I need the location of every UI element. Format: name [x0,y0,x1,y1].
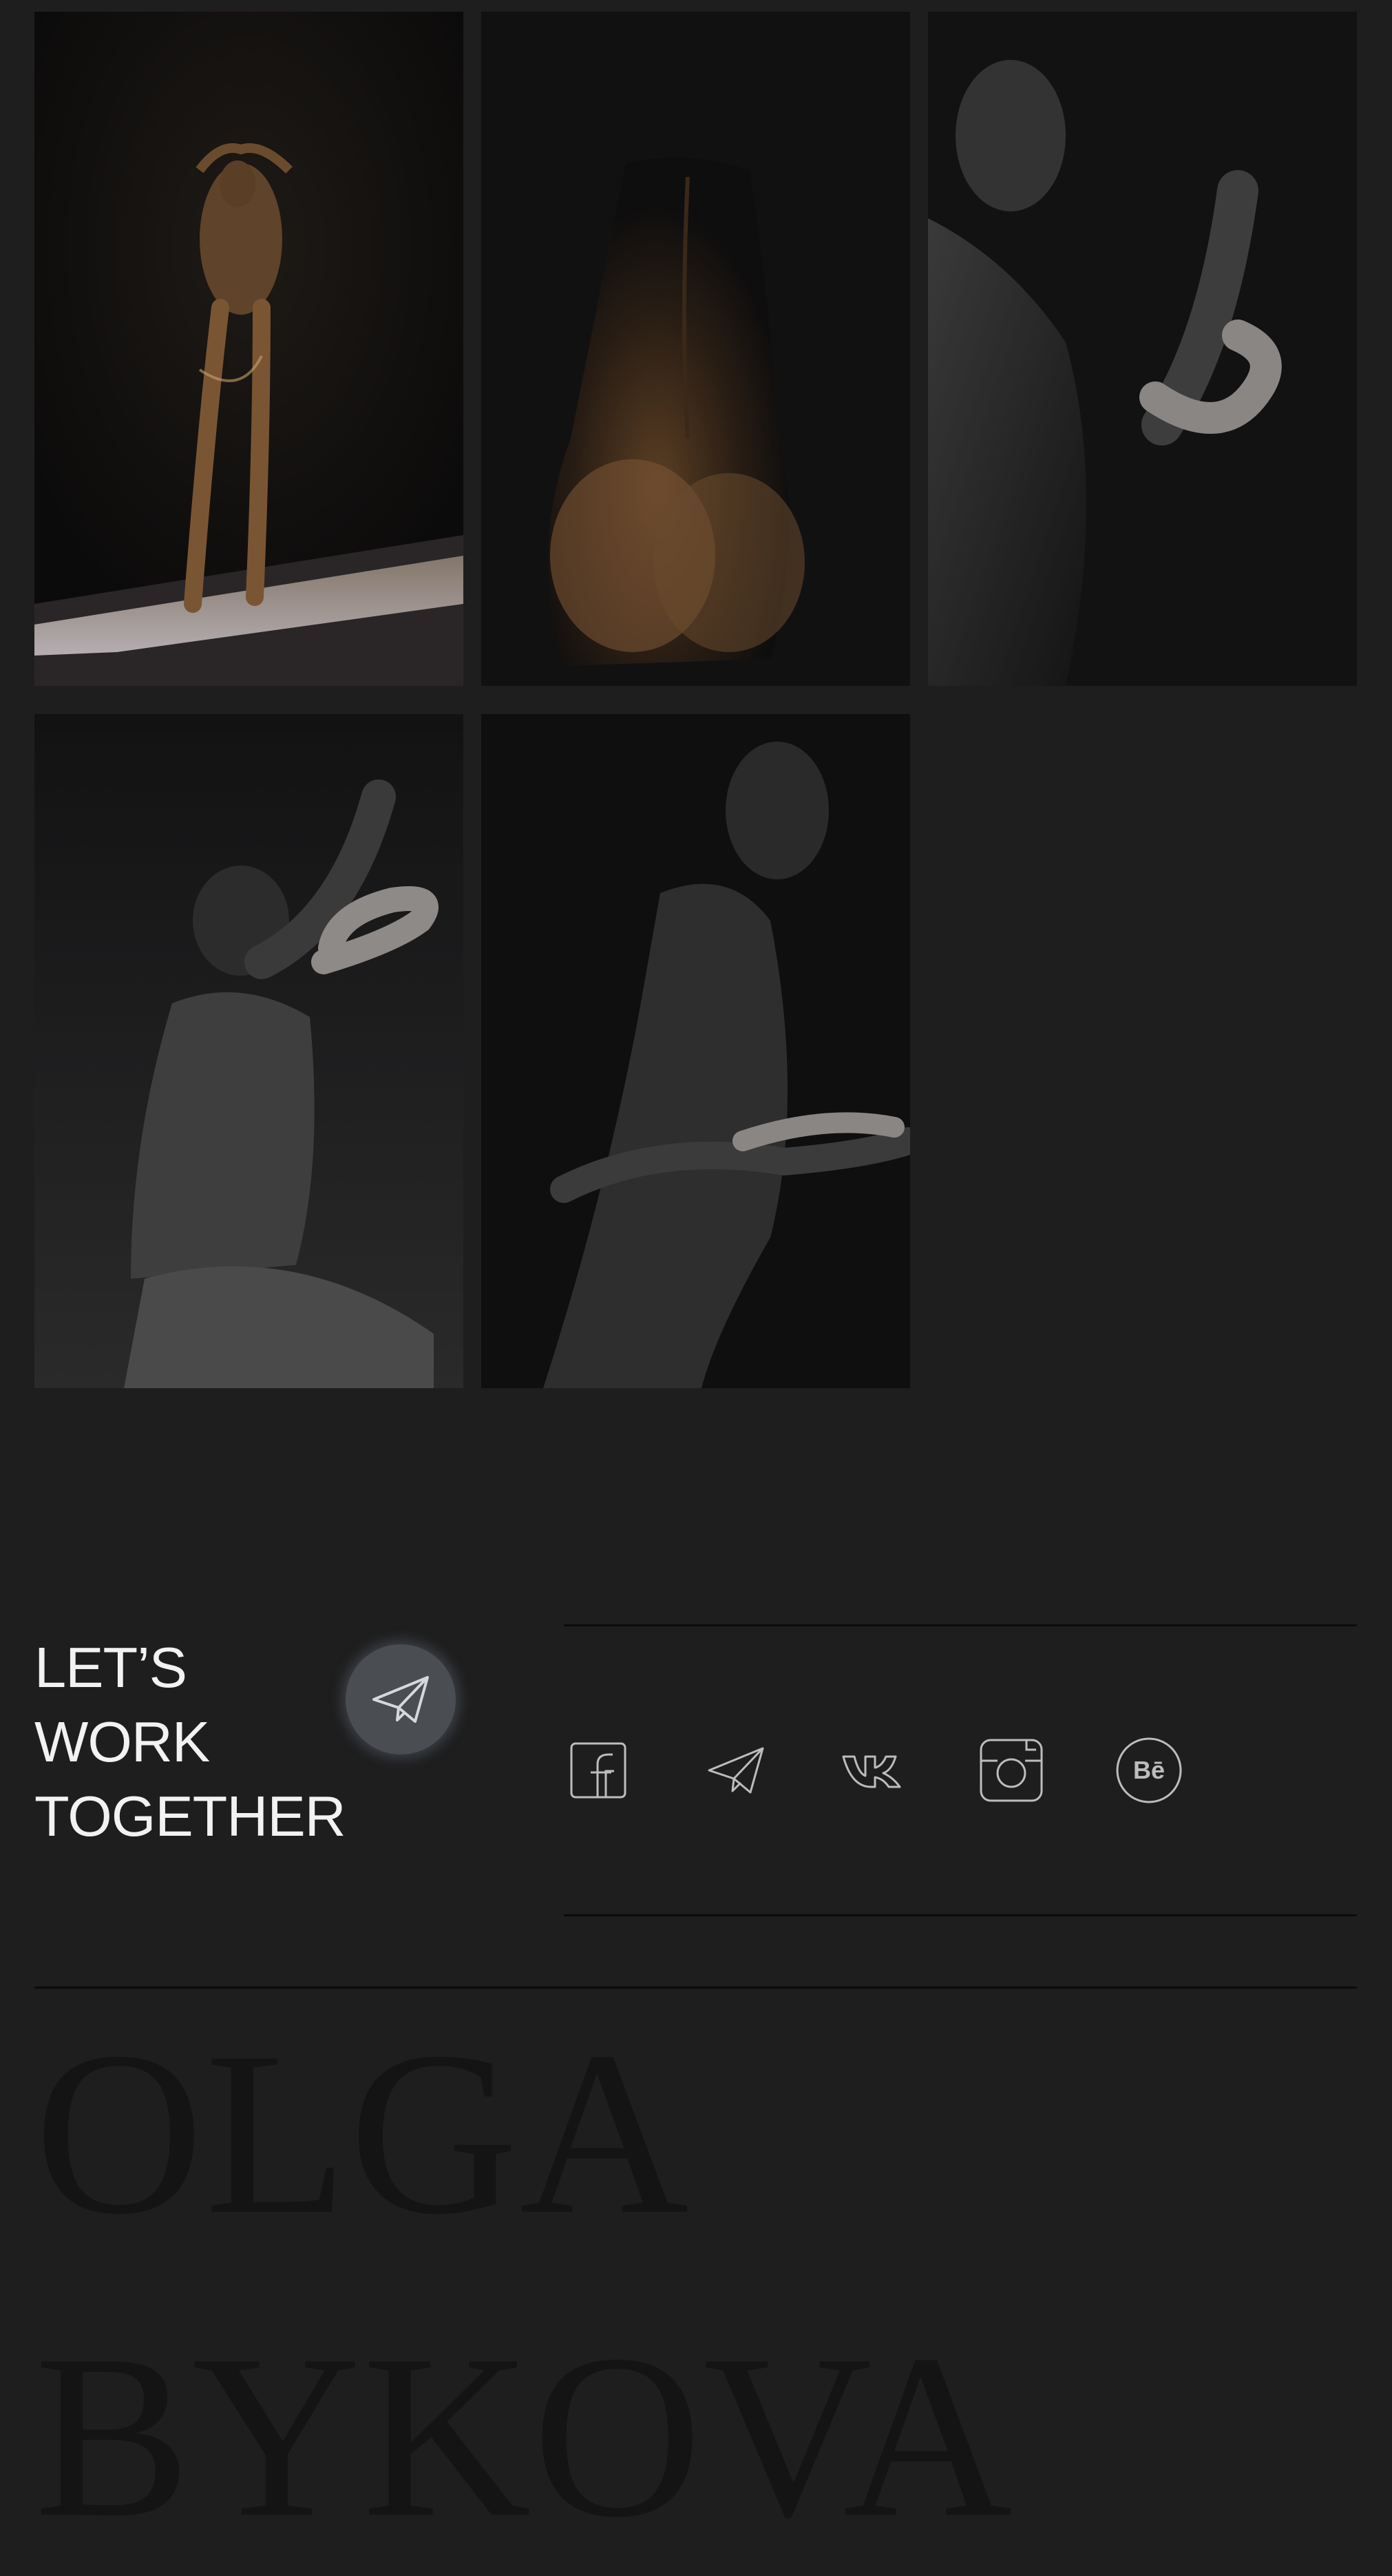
social-behance-link[interactable]: Bē [1115,1734,1183,1807]
behance-label: Bē [1133,1756,1165,1784]
cta-line-2: WORK [34,1710,210,1774]
behance-icon: Bē [1116,1737,1182,1803]
photo-woman-standing-gold[interactable] [34,12,463,686]
instagram-icon [980,1739,1043,1802]
divider-top [564,1624,1357,1626]
telegram-icon [708,1747,764,1794]
cta-line-1: LET’S [34,1635,187,1699]
divider-bottom [564,1914,1357,1916]
cta-heading: LET’S WORK TOGETHER [34,1631,346,1854]
photo-woman-back-gold[interactable] [481,12,910,686]
telegram-send-icon [372,1676,429,1723]
contact-send-button[interactable] [346,1644,456,1755]
photo-woman-profile-snake[interactable] [928,12,1357,686]
social-vk-link[interactable] [839,1734,908,1807]
social-instagram-link[interactable] [977,1734,1046,1807]
photo-woman-kneeling-snake[interactable] [34,714,463,1388]
divider-footer [34,1987,1357,1989]
facebook-icon [570,1742,626,1799]
footer-first-name: OLGA [34,2003,690,2263]
social-facebook-link[interactable] [564,1734,633,1807]
social-telegram-link[interactable] [702,1734,770,1807]
cta-line-3: TOGETHER [34,1784,346,1848]
vk-icon [842,1755,901,1788]
footer-last-name: BYKOVA [34,2306,1014,2566]
photo-woman-snake-arms[interactable] [481,714,910,1388]
